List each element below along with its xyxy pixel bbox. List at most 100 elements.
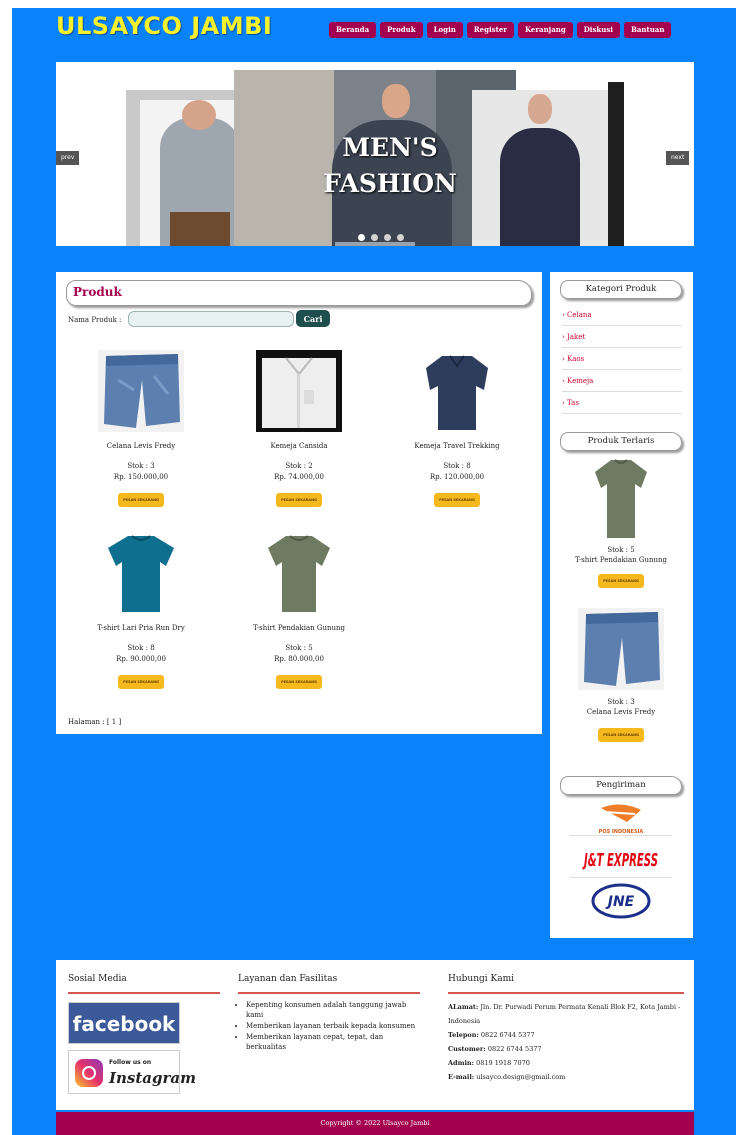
services-list: Kepenting konsumen adalah tanggung jawab… [238, 1000, 420, 1052]
nav-diskusi[interactable]: Diskusi [576, 22, 620, 38]
order-button[interactable]: PESAN SEKARANG [598, 728, 644, 742]
banner-dot-4[interactable] [397, 234, 404, 241]
olive-tshirt-image[interactable] [560, 458, 682, 542]
nav-login[interactable]: Login [426, 22, 463, 38]
jnt-express-logo: J&T EXPRESS [570, 844, 672, 878]
contact-info: ALamat: Jln. Dr. Purwadi Perum Permata K… [448, 1000, 684, 1084]
nav-beranda[interactable]: Beranda [329, 22, 377, 38]
facebook-link[interactable]: facebook [68, 1002, 180, 1044]
order-button[interactable]: PESAN SEKARANG [276, 675, 322, 689]
best-seller-stock: Stok : 3 [607, 698, 635, 706]
banner-next-button[interactable]: next [666, 151, 690, 165]
banner-slider: MEN'S FASHION [56, 62, 694, 246]
teal-tshirt-image[interactable] [98, 532, 184, 614]
olive-tshirt-image[interactable] [256, 532, 342, 614]
copyright-bar: Copyright © 2022 Ulsayco Jambi [56, 1112, 694, 1135]
product-card: Kemeja Travel Trekking Stok : 8 Rp. 120.… [382, 350, 532, 507]
product-name[interactable]: Kemeja Cansida [224, 442, 374, 450]
product-card: T-shirt Pendakian Gunung Stok : 5 Rp. 80… [224, 532, 374, 689]
footer-services: Layanan dan Fasilitas Kepenting konsumen… [238, 974, 420, 1053]
instagram-follow-text: Follow us on [109, 1059, 152, 1066]
product-price: Rp. 120.000,00 [429, 473, 485, 481]
product-card: Celana Levis Fredy Stok : 3 Rp. 150.000,… [66, 350, 216, 507]
category-kaos[interactable]: › Kaos [562, 348, 682, 370]
site-title[interactable]: ULSAYCO JAMBI [56, 12, 272, 40]
product-stock: Stok : 5 [285, 644, 313, 652]
banner-model-jacket [500, 94, 580, 246]
best-seller-item: Stok : 5 T-shirt Pendakian Gunung PESAN … [560, 458, 682, 588]
jeans-shorts-image[interactable] [560, 608, 682, 694]
banner-dots-bar [335, 242, 415, 246]
contact-customer: Customer: 0822 6744 5377 [448, 1045, 542, 1053]
product-panel-header: Produk [66, 280, 532, 306]
product-price: Rp. 80.000,00 [274, 655, 324, 663]
product-price: Rp. 74.000,00 [274, 473, 324, 481]
category-jaket[interactable]: › Jaket [562, 326, 682, 348]
banner-dots [358, 234, 404, 241]
jeans-shorts-image[interactable] [98, 350, 184, 432]
category-heading: Kategori Produk [560, 280, 682, 299]
product-name[interactable]: T-shirt Pendakian Gunung [224, 624, 374, 632]
product-stock: Stok : 3 [127, 462, 155, 470]
instagram-link[interactable]: Follow us on Instagram [68, 1050, 196, 1094]
instagram-icon [75, 1059, 103, 1087]
jne-text: JNE [605, 894, 635, 910]
nav-register[interactable]: Register [466, 22, 514, 38]
category-kemeja[interactable]: › Kemeja [562, 370, 682, 392]
product-panel-title: Produk [73, 285, 122, 299]
product-name[interactable]: Kemeja Travel Trekking [382, 442, 532, 450]
footer-contact: Hubungi Kami ALamat: Jln. Dr. Purwadi Pe… [448, 974, 684, 1084]
best-seller-name[interactable]: Celana Levis Fredy [560, 708, 682, 716]
service-item: Memberikan layanan terbaik kepada konsum… [246, 1021, 420, 1031]
contact-telepon: Telepon: 0822 6744 5377 [448, 1031, 535, 1039]
social-heading: Sosial Media [68, 974, 220, 994]
pos-indonesia-logo: POS INDONESIA [570, 802, 672, 836]
product-name[interactable]: Celana Levis Fredy [66, 442, 216, 450]
banner-dot-2[interactable] [371, 234, 378, 241]
search-input[interactable] [128, 311, 294, 327]
order-button[interactable]: PESAN SEKARANG [598, 574, 644, 588]
order-button[interactable]: PESAN SEKARANG [118, 493, 164, 507]
best-seller-heading: Produk Terlaris [560, 432, 682, 451]
best-seller-item: Stok : 3 Celana Levis Fredy PESAN SEKARA… [560, 608, 682, 742]
contact-heading: Hubungi Kami [448, 974, 684, 994]
shipping-heading: Pengiriman [560, 776, 682, 795]
contact-email: E-mail: ulsayco.design@gmail.com [448, 1073, 566, 1081]
banner-dot-3[interactable] [384, 234, 391, 241]
product-name[interactable]: T-shirt Lari Pria Run Dry [66, 624, 216, 632]
best-seller-name[interactable]: T-shirt Pendakian Gunung [560, 556, 682, 564]
sidebar: Kategori Produk › Celana › Jaket › Kaos … [550, 272, 693, 938]
pos-indonesia-text: POS INDONESIA [599, 829, 644, 835]
banner-model-pants [170, 212, 230, 246]
nav-keranjang[interactable]: Keranjang [517, 22, 573, 38]
banner-photo-center-left [234, 70, 334, 246]
order-button[interactable]: PESAN SEKARANG [276, 493, 322, 507]
product-stock: Stok : 8 [443, 462, 471, 470]
search-label: Nama Produk : [68, 316, 122, 324]
banner-title: MEN'S FASHION [323, 133, 457, 198]
service-item: Memberikan layanan cepat, tepat, dan ber… [246, 1032, 420, 1052]
category-tas[interactable]: › Tas [562, 392, 682, 414]
product-stock: Stok : 8 [127, 644, 155, 652]
pagination[interactable]: Halaman : [ 1 ] [68, 718, 121, 726]
banner-dot-1[interactable] [358, 234, 365, 241]
banner-model-face [382, 84, 410, 118]
footer-social: Sosial Media [68, 974, 220, 994]
white-shirt-image[interactable] [256, 350, 342, 432]
search-button[interactable]: Cari [296, 310, 330, 327]
product-price: Rp. 150.000,00 [113, 473, 169, 481]
services-heading: Layanan dan Fasilitas [238, 974, 420, 994]
main-nav: Beranda Produk Login Register Keranjang … [329, 22, 672, 38]
nav-bantuan[interactable]: Bantuan [623, 22, 672, 38]
navy-shirt-image[interactable] [414, 350, 500, 432]
banner-prev-button[interactable]: prev [56, 151, 80, 165]
order-button[interactable]: PESAN SEKARANG [434, 493, 480, 507]
contact-admin: Admin: 0819 1918 7070 [448, 1059, 530, 1067]
order-button[interactable]: PESAN SEKARANG [118, 675, 164, 689]
product-panel: Produk Nama Produk : Cari Celana Levis F… [56, 272, 542, 734]
service-item: Kepenting konsumen adalah tanggung jawab… [246, 1000, 420, 1020]
category-celana[interactable]: › Celana [562, 304, 682, 326]
product-price: Rp. 90.000,00 [116, 655, 166, 663]
jne-logo: JNE [570, 882, 672, 922]
nav-produk[interactable]: Produk [380, 22, 423, 38]
